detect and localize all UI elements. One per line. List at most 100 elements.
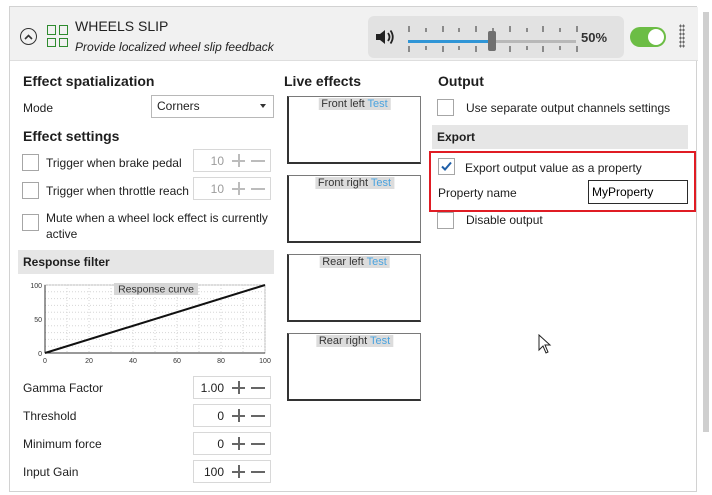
test-link[interactable]: Test [370, 335, 390, 347]
brake-stepper[interactable]: 10 [193, 149, 271, 172]
throttle-stepper[interactable]: 10 [193, 177, 271, 200]
min-force-label: Minimum force [23, 437, 102, 451]
plus-icon[interactable] [232, 381, 245, 394]
volume-tick [508, 46, 511, 52]
scrollbar-thumb[interactable] [703, 12, 709, 432]
input-gain-value: 100 [203, 465, 224, 479]
volume-slider[interactable] [408, 31, 576, 51]
grid-icon [47, 25, 69, 47]
disable-output-label: Disable output [466, 213, 543, 227]
mode-label: Mode [23, 101, 54, 115]
volume-tick [424, 46, 427, 50]
minus-icon[interactable] [251, 188, 265, 190]
gamma-label: Gamma Factor [23, 381, 104, 395]
gamma-stepper[interactable]: 1.00 [193, 376, 271, 399]
mouse-cursor-icon [538, 334, 552, 354]
volume-tick [525, 46, 528, 50]
test-link[interactable]: Test [371, 177, 391, 189]
volume-tick [408, 26, 410, 32]
live-effects-heading: Live effects [284, 73, 362, 89]
spatialization-heading: Effect spatialization [23, 73, 155, 89]
volume-thumb[interactable] [488, 31, 496, 51]
threshold-label: Threshold [23, 409, 77, 423]
settings-heading: Effect settings [23, 128, 120, 144]
volume-tick [542, 26, 545, 32]
disable-output-checkbox[interactable] [437, 212, 454, 229]
wheels-slip-panel: WHEELS SLIP Provide localized wheel slip… [9, 6, 698, 492]
mute-label: Mute when a wheel lock effect is current… [46, 211, 268, 241]
plus-icon[interactable] [232, 437, 245, 450]
min-force-value: 0 [217, 437, 224, 451]
x-tick-label: 80 [217, 358, 225, 365]
live-front-left: Front left Test [287, 96, 421, 164]
separate-output-checkbox[interactable] [437, 99, 454, 116]
volume-tick [458, 28, 461, 32]
drag-handle-icon[interactable] [679, 24, 685, 48]
throttle-checkbox[interactable] [22, 182, 39, 199]
volume-fill [408, 40, 492, 43]
live-rear-left: Rear left Test [287, 254, 421, 322]
mode-select[interactable]: Corners [151, 95, 274, 118]
enable-toggle[interactable] [630, 27, 666, 47]
effect-subtitle: Provide localized wheel slip feedback [75, 40, 274, 54]
minus-icon[interactable] [251, 387, 265, 389]
plus-icon[interactable] [232, 182, 245, 195]
min-force-stepper[interactable]: 0 [193, 432, 271, 455]
threshold-stepper[interactable]: 0 [193, 404, 271, 427]
export-checkbox[interactable] [438, 158, 455, 175]
volume-tick [542, 46, 545, 52]
brake-label: Trigger when brake pedal [46, 156, 182, 170]
volume-value: 50% [581, 30, 608, 45]
live-front-right: Front right Test [287, 175, 421, 243]
minus-icon[interactable] [251, 471, 265, 473]
x-tick-label: 60 [173, 358, 181, 365]
volume-tick [408, 46, 410, 52]
speaker-icon[interactable] [374, 27, 396, 47]
export-heading: Export [432, 125, 688, 149]
vertical-scrollbar[interactable] [703, 6, 709, 492]
mode-value: Corners [157, 99, 200, 113]
threshold-value: 0 [217, 409, 224, 423]
y-tick-label: 100 [30, 283, 42, 290]
x-tick-label: 0 [43, 358, 47, 365]
live-label: Front right Test [314, 177, 395, 189]
volume-tick [441, 46, 444, 52]
y-tick-label: 50 [34, 317, 42, 324]
volume-tick [559, 28, 562, 32]
volume-control: 50% [368, 16, 624, 58]
minus-icon[interactable] [251, 443, 265, 445]
test-link[interactable]: Test [367, 256, 387, 268]
x-tick-label: 100 [259, 358, 271, 365]
plus-icon[interactable] [232, 465, 245, 478]
separate-output-label: Use separate output channels settings [466, 101, 671, 115]
volume-tick [441, 26, 444, 32]
test-link[interactable]: Test [368, 98, 388, 110]
x-tick-label: 40 [129, 358, 137, 365]
throttle-label: Trigger when throttle reach [46, 184, 189, 198]
plus-icon[interactable] [232, 409, 245, 422]
input-gain-stepper[interactable]: 100 [193, 460, 271, 483]
minus-icon[interactable] [251, 160, 265, 162]
chevron-down-icon [260, 104, 266, 108]
volume-tick [458, 46, 461, 50]
checkmark-icon [441, 161, 452, 171]
response-curve-chart: 0 20 40 60 80 100 0 50 100 Response curve [30, 283, 271, 365]
minus-icon[interactable] [251, 415, 265, 417]
plus-icon[interactable] [232, 154, 245, 167]
chart-title: Response curve [118, 284, 194, 296]
volume-tick [475, 46, 478, 52]
live-rear-right: Rear right Test [287, 333, 421, 401]
property-name-input[interactable] [588, 180, 688, 204]
live-label: Front left Test [318, 98, 391, 110]
volume-tick [576, 26, 578, 32]
throttle-value: 10 [210, 182, 224, 196]
export-label: Export output value as a property [465, 161, 642, 175]
mute-checkbox[interactable] [22, 214, 39, 231]
volume-tick [576, 46, 578, 52]
y-tick-label: 0 [38, 351, 42, 358]
brake-checkbox[interactable] [22, 154, 39, 171]
live-label: Rear left Test [319, 256, 390, 268]
x-tick-label: 20 [85, 358, 93, 365]
collapse-icon[interactable] [20, 28, 37, 45]
gamma-value: 1.00 [200, 381, 224, 395]
